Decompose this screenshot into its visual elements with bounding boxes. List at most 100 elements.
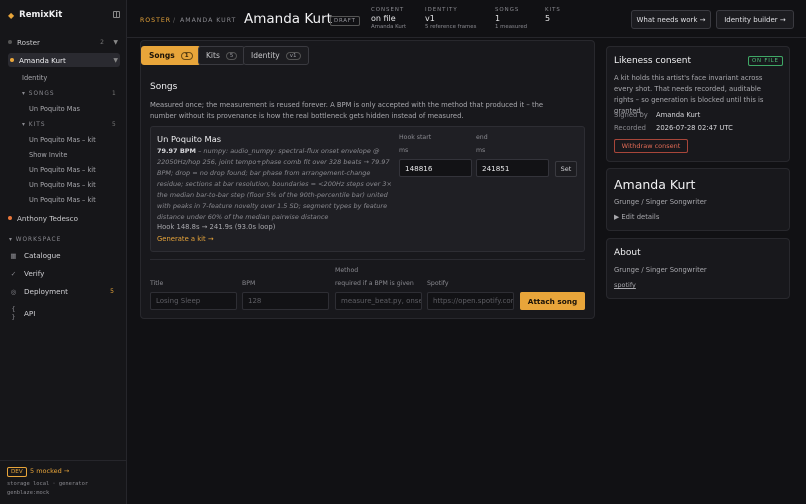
spotify-label: Spotify	[427, 280, 449, 287]
page-title: Amanda Kurt	[244, 11, 332, 27]
stat-value: 5	[545, 14, 551, 23]
artist-genre: Grunge / Singer Songwriter	[614, 198, 707, 206]
stat-consent: CONSENT on file Amanda Kurt	[371, 7, 406, 30]
sidebar-kit-item[interactable]: Un Poquito Mas – kit	[29, 181, 96, 189]
tab-songs[interactable]: Songs 1	[141, 46, 201, 65]
breadcrumb-root[interactable]: ROSTER	[140, 17, 171, 24]
sidebar-item-catalogue[interactable]: ▦ Catalogue	[10, 251, 120, 260]
tab-label: Identity	[251, 51, 280, 60]
sidebar: ◆ RemixKit Roster 2 ▼ Amanda Kurt ▼ Iden…	[0, 0, 127, 504]
storage-info: storage local · generator	[7, 481, 89, 487]
status-dot-icon	[10, 58, 14, 62]
sidebar-song-item[interactable]: Un Poquito Mas	[29, 105, 80, 113]
method-input[interactable]: measure_beat.py, onset...	[335, 292, 422, 310]
tab-count: 1	[180, 51, 193, 60]
title-input[interactable]: Losing Sleep	[150, 292, 237, 310]
likeness-title: Likeness consent	[614, 56, 692, 66]
spotify-input[interactable]: https://open.spotify.com/...	[427, 292, 514, 310]
sidebar-footer: DEV 5 mocked → storage local · generator…	[0, 460, 127, 504]
sidebar-item-api[interactable]: { } API	[10, 305, 120, 321]
mocked-link[interactable]: 5 mocked →	[30, 467, 69, 475]
breadcrumb-artist: AMANDA KURT	[180, 17, 237, 24]
chevron-down-icon: ▾	[22, 122, 29, 128]
song-analysis-text: – numpy: audio_numpy: spectral-flux onse…	[157, 147, 392, 221]
chevron-down-icon[interactable]: ▼	[113, 39, 118, 46]
sidebar-item-identity[interactable]: Identity	[22, 74, 47, 82]
stat-label: SONGS	[495, 7, 520, 13]
chevron-down-icon[interactable]: ▼	[113, 57, 118, 64]
withdraw-consent-button[interactable]: Withdraw consent	[614, 139, 688, 153]
sidebar-item-label: API	[24, 308, 36, 318]
braces-icon: { }	[11, 305, 16, 321]
roster-count: 2	[100, 38, 104, 46]
spotify-link[interactable]: spotify	[614, 281, 636, 289]
edit-details-toggle[interactable]: ▶ Edit details	[614, 213, 659, 221]
sidebar-item-label: Catalogue	[24, 251, 61, 260]
stat-sub: 1 measured	[495, 24, 528, 30]
breadcrumb-separator: /	[173, 17, 177, 24]
chevron-down-icon: ▾	[9, 237, 16, 243]
hook-start-input[interactable]: 148816	[399, 159, 472, 177]
sidebar-kit-item[interactable]: Un Poquito Mas – kit	[29, 196, 96, 204]
method-sublabel: required if a BPM is given	[335, 280, 414, 287]
hook-range: Hook 148.8s → 241.9s (93.0s loop)	[157, 223, 276, 231]
tab-identity[interactable]: Identity v1	[243, 46, 309, 65]
hook-end-input[interactable]: 241851	[476, 159, 549, 177]
what-needs-work-button[interactable]: What needs work →	[631, 10, 711, 29]
stat-value: on file	[371, 14, 396, 23]
tab-label: Kits	[206, 51, 220, 60]
songs-description: Measured once; the measurement is reused…	[150, 101, 544, 120]
stat-label: KITS	[545, 7, 561, 13]
stat-value: 1	[495, 14, 501, 23]
stat-label: IDENTITY	[425, 7, 458, 13]
circle-icon: ◎	[10, 287, 17, 296]
workspace-section-label: ▾ WORKSPACE	[9, 237, 62, 243]
sidebar-item-roster[interactable]: Roster 2 ▼	[8, 35, 120, 49]
sidebar-kit-item[interactable]: Show Invite	[29, 151, 67, 159]
sidebar-item-artist-other[interactable]: Anthony Tedesco	[8, 211, 120, 225]
stat-songs: SONGS 1 1 measured	[495, 7, 527, 30]
sidebar-item-label: Verify	[24, 269, 45, 278]
dev-badge: DEV	[7, 467, 27, 477]
sidebar-item-verify[interactable]: ✓ Verify	[10, 269, 120, 278]
app-logo[interactable]: ◆ RemixKit	[8, 10, 62, 20]
identity-builder-button[interactable]: Identity builder →	[716, 10, 794, 29]
app-name: RemixKit	[19, 10, 63, 20]
divider	[150, 259, 585, 260]
sidebar-kit-item[interactable]: Un Poquito Mas – kit	[29, 166, 96, 174]
sidebar-item-deployment[interactable]: ◎ Deployment 5	[10, 287, 120, 296]
sidebar-toggle-icon[interactable]	[113, 11, 120, 18]
check-icon: ✓	[10, 269, 17, 278]
songs-section-label[interactable]: ▾ SONGS 1	[22, 91, 116, 97]
ms-unit-label: ms	[399, 147, 409, 154]
song-title: Un Poquito Mas	[157, 134, 222, 144]
stat-kits: KITS 5	[545, 7, 561, 23]
kits-section-label[interactable]: ▾ KITS 5	[22, 122, 116, 128]
sidebar-item-artist-active[interactable]: Amanda Kurt ▼	[8, 53, 120, 67]
consent-status-badge: ON FILE	[748, 56, 783, 66]
artist-name: Amanda Kurt	[614, 177, 696, 192]
about-title: About	[614, 248, 641, 258]
title-label: Title	[150, 280, 164, 287]
tab-kits[interactable]: Kits 5	[198, 46, 246, 65]
top-bar: ROSTER / AMANDA KURT Amanda Kurt DRAFT C…	[127, 0, 806, 38]
stat-identity: IDENTITY v1 5 reference frames	[425, 7, 476, 30]
stat-sub: 5 reference frames	[425, 24, 477, 30]
bpm-label: BPM	[242, 280, 256, 287]
end-label: end	[476, 134, 488, 141]
tab-label: Songs	[149, 51, 175, 60]
sidebar-item-label: Amanda Kurt	[19, 55, 66, 65]
set-hook-button[interactable]: Set	[555, 161, 577, 177]
chevron-down-icon: ▾	[22, 91, 29, 97]
attach-song-button[interactable]: Attach song	[520, 292, 585, 310]
stat-sub: Amanda Kurt	[371, 24, 407, 30]
generate-kit-link[interactable]: Generate a kit →	[157, 235, 214, 243]
kits-count: 5	[112, 122, 116, 128]
signed-by-value: Amanda Kurt	[656, 111, 701, 119]
ms-unit-label: ms	[476, 147, 486, 154]
sidebar-kit-item[interactable]: Un Poquito Mas – kit	[29, 136, 96, 144]
bpm-input[interactable]: 128	[242, 292, 329, 310]
stat-label: CONSENT	[371, 7, 405, 13]
genblaze-info: genblaze:mock	[7, 490, 50, 496]
status-dot-icon	[8, 216, 12, 220]
